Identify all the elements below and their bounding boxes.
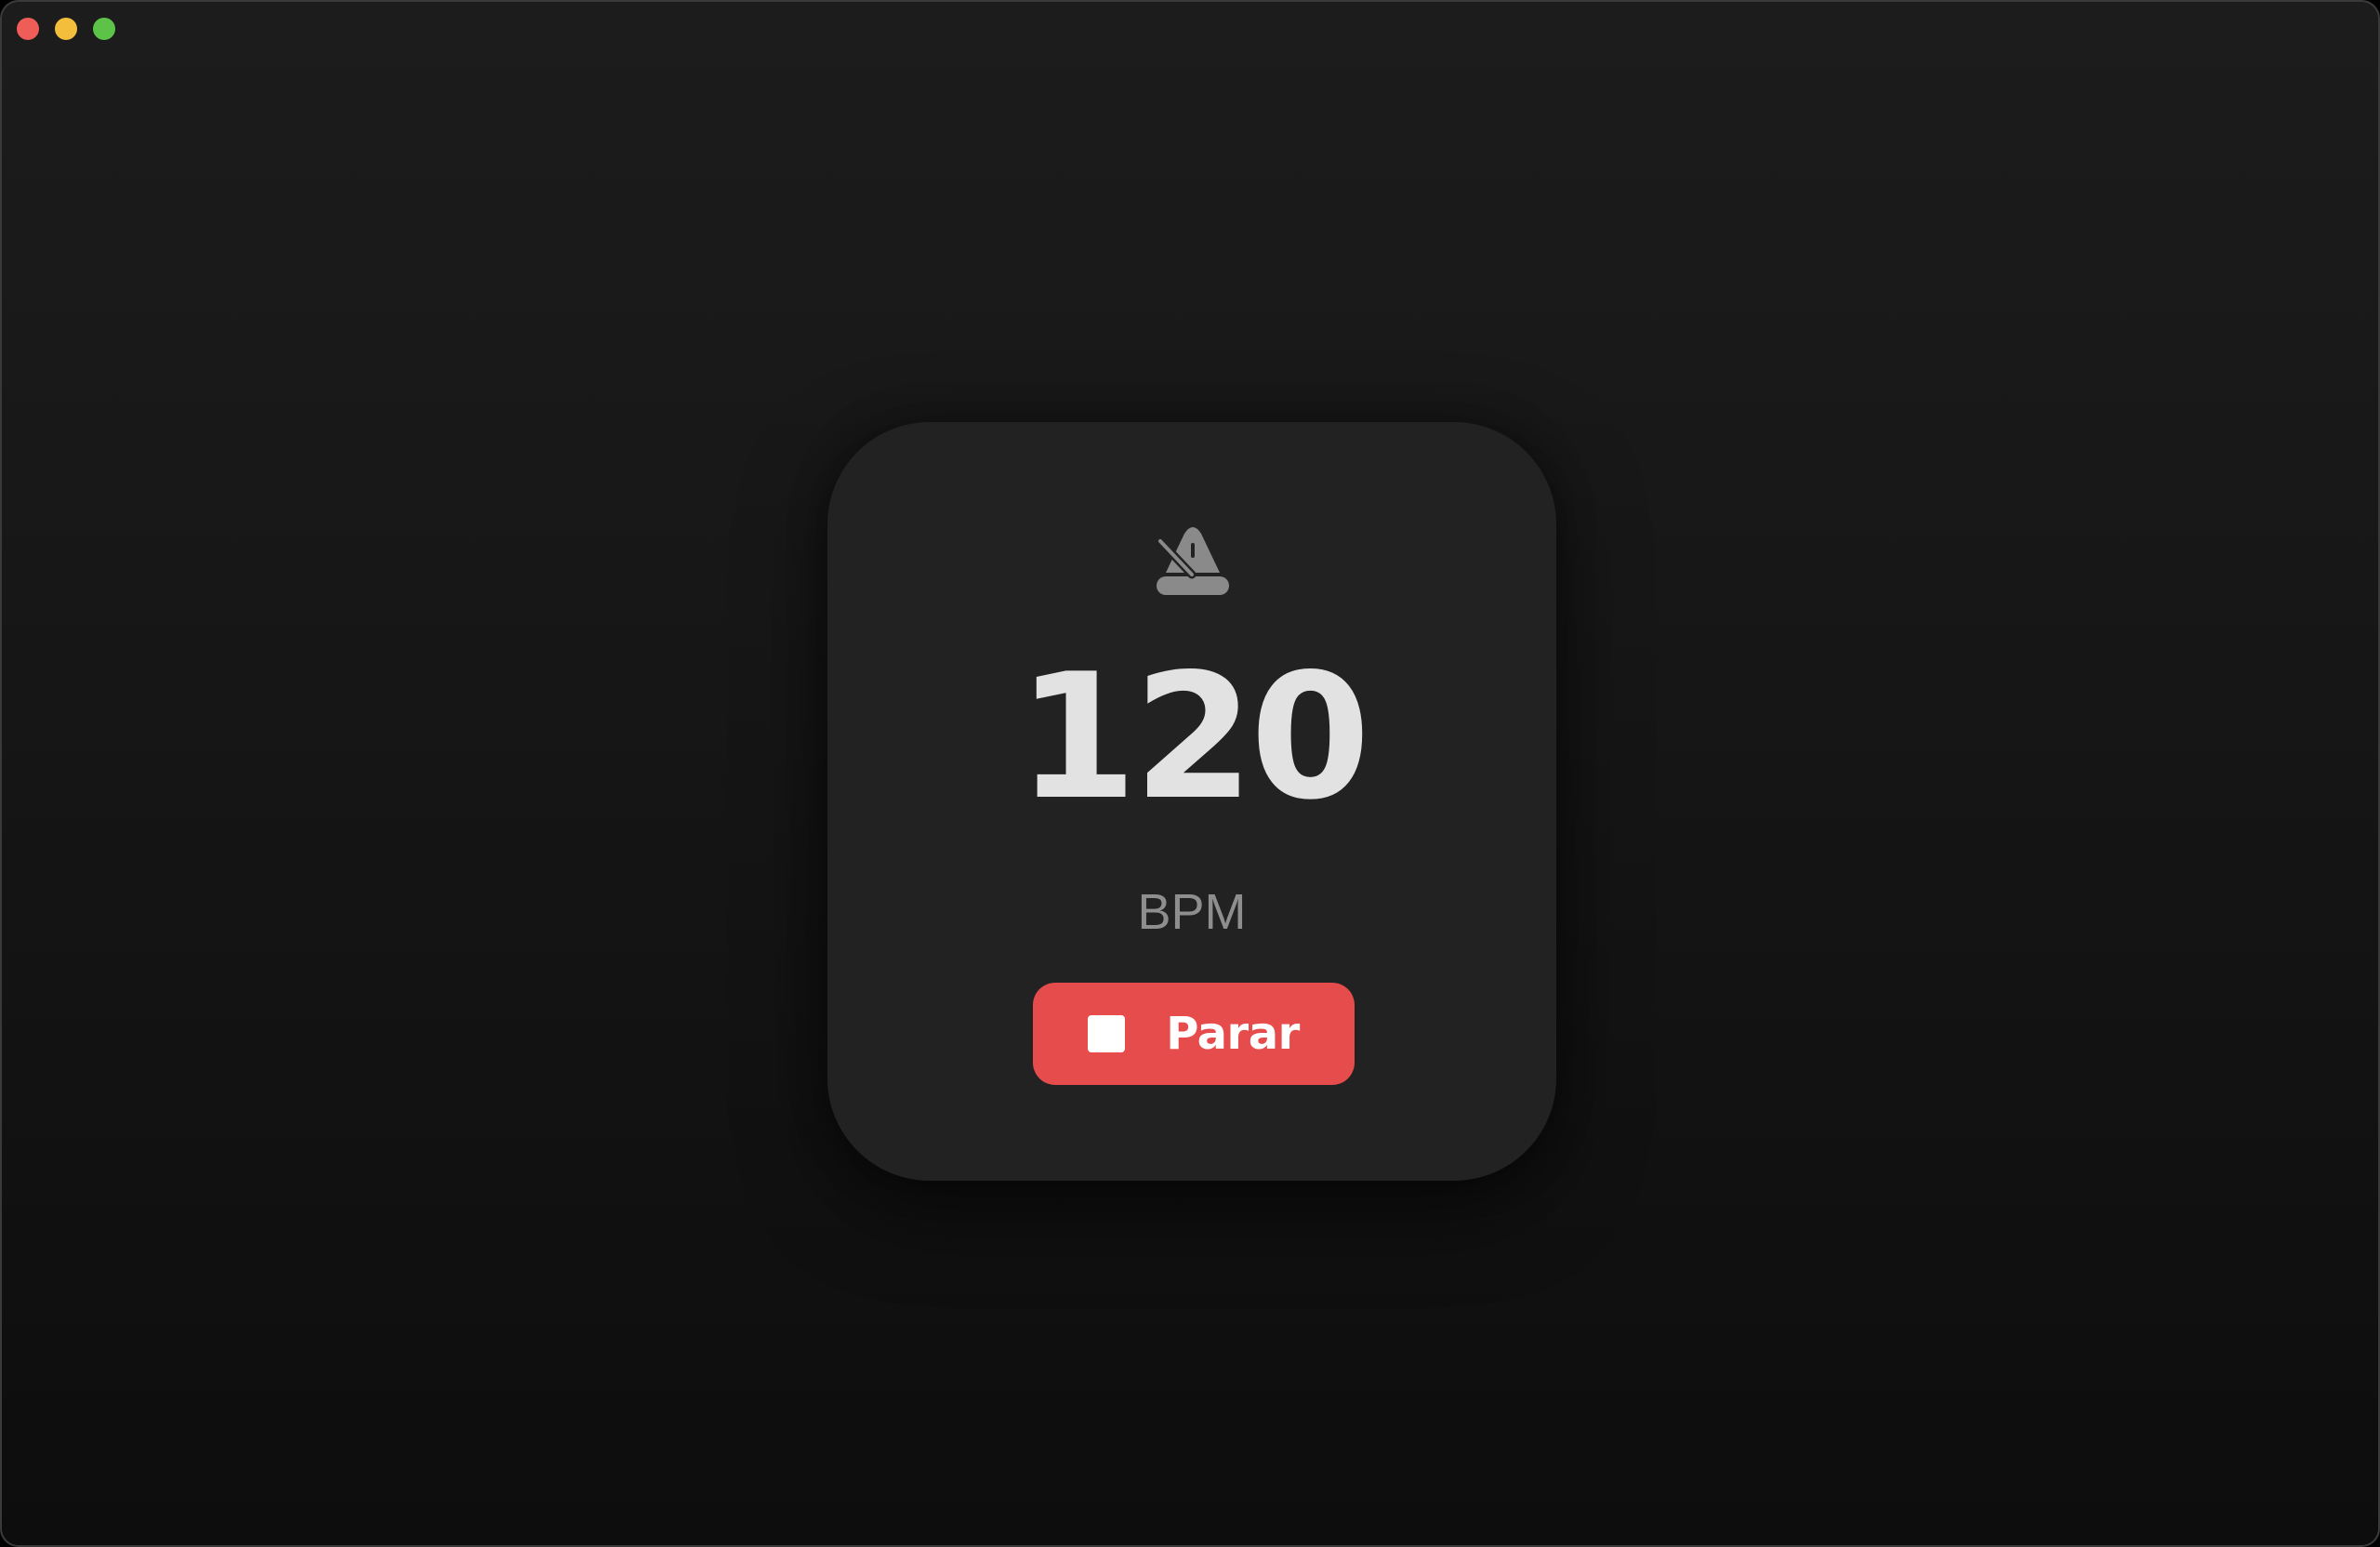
zoom-window-button[interactable] — [93, 18, 115, 40]
metronome-icon — [1156, 527, 1229, 595]
metronome-card: 120 BPM Parar — [827, 422, 1556, 1181]
stop-button-label: Parar — [1166, 1008, 1300, 1060]
bpm-unit-label: BPM — [1137, 884, 1247, 940]
app-window: 120 BPM Parar — [0, 0, 2380, 1547]
bpm-value: 120 — [1016, 636, 1370, 838]
stop-button[interactable]: Parar — [1033, 983, 1355, 1085]
minimize-window-button[interactable] — [55, 18, 77, 40]
stop-square-icon — [1088, 1015, 1126, 1052]
window-controls — [17, 18, 115, 40]
close-window-button[interactable] — [17, 18, 39, 40]
